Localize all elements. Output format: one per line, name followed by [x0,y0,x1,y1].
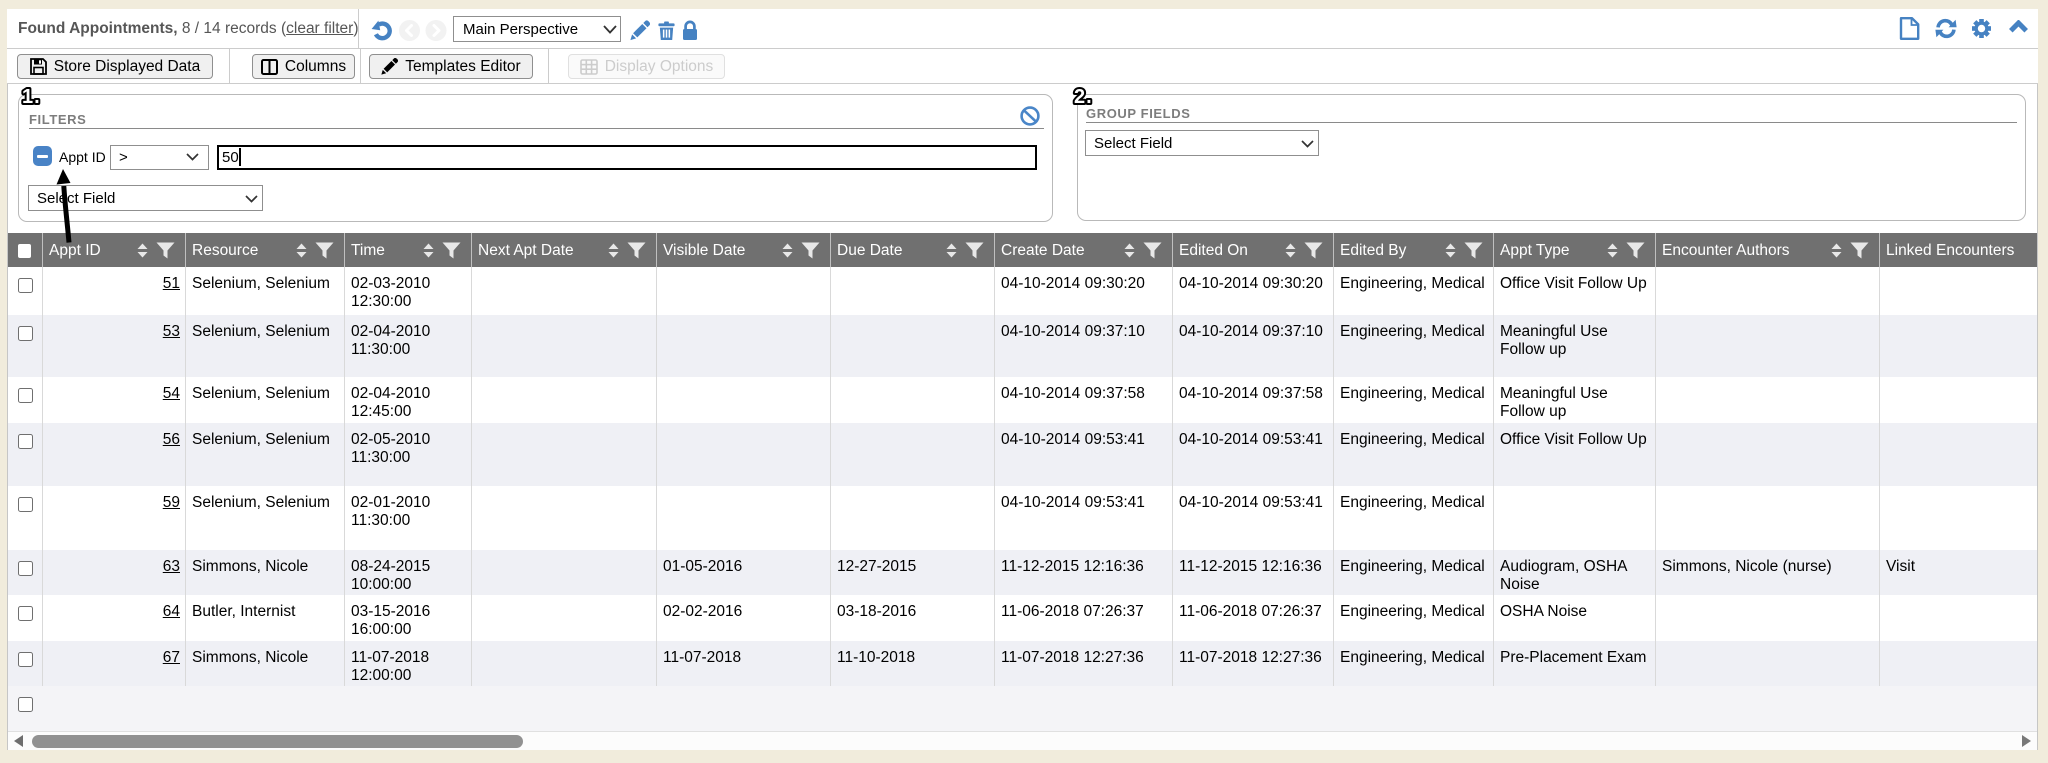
svg-text:1.: 1. [22,86,41,108]
svg-text:2.: 2. [1074,86,1093,108]
